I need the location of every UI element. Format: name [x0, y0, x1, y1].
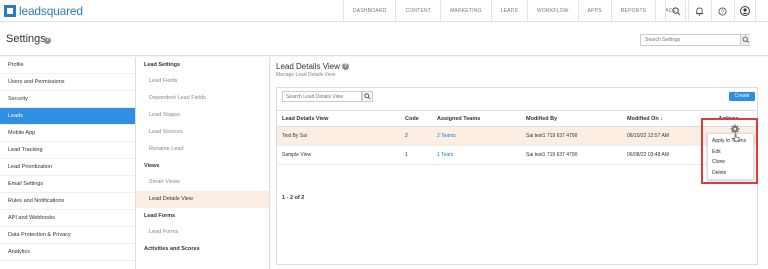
nav-marketing[interactable]: MARKETING — [440, 0, 491, 22]
subnav-header-lead-settings: Lead Settings — [144, 62, 181, 68]
cell-modified-on: 06/08/22 03:48 AM — [622, 145, 700, 165]
sidebar-item-mobile-app[interactable]: Mobile App — [0, 125, 135, 142]
lead-details-view-table: Lead Details View Code Assigned Teams Mo… — [277, 110, 757, 165]
main-content: Lead Details View ? Manage Lead Details … — [271, 57, 768, 269]
sidebar-item-lead-tracking[interactable]: Lead Tracking — [0, 142, 135, 159]
main-title: Lead Details View — [276, 62, 340, 71]
cell-name: Sample View — [277, 145, 400, 165]
sort-down-icon: ↓ — [660, 115, 664, 122]
nav-dashboard[interactable]: DASHBOARD — [343, 0, 395, 22]
top-nav: DASHBOARD CONTENT MARKETING LEADS WORKFL… — [343, 0, 687, 22]
subnav-header-activities-and-scores: Activities and Scores — [144, 246, 200, 252]
logo-mark-icon — [4, 5, 16, 17]
subnav-item-rename-lead[interactable]: Rename Lead — [136, 141, 269, 158]
cell-code: 2 — [400, 126, 432, 146]
column-header-modified-on[interactable]: Modified On ↓ — [622, 110, 700, 127]
assigned-teams-link[interactable]: 2 Teams — [437, 133, 456, 139]
table-row[interactable]: Sample View 1 1 Team Sai test1 719 637 4… — [277, 145, 757, 165]
sidebar-item-profile[interactable]: Profile — [0, 57, 135, 74]
subnav-item-lead-details-view[interactable]: Lead Details View — [136, 191, 269, 208]
nav-workflow[interactable]: WORKFLOW — [527, 0, 578, 22]
top-bar: leadsquared DASHBOARD CONTENT MARKETING … — [0, 0, 768, 22]
subnav-item-lead-stages[interactable]: Lead Stages — [136, 107, 269, 124]
modified-on-label: Modified On — [627, 115, 659, 122]
lead-details-view-panel: Create Lead Details View Code Assigned T… — [276, 87, 758, 265]
sidebar-item-rules-and-notifications[interactable]: Rules and Notifications — [0, 193, 135, 210]
assigned-teams-link[interactable]: 1 Team — [437, 152, 453, 158]
subnav-header-views: Views — [144, 163, 160, 169]
cell-teams: 2 Teams — [432, 126, 521, 146]
sidebar-item-api-and-webhooks[interactable]: API and Webhooks — [0, 210, 135, 227]
subnav-header-lead-forms: Lead Forms — [144, 213, 176, 219]
subnav-item-lead-fields[interactable]: Lead Fields — [136, 73, 269, 90]
logo-text: leadsquared — [19, 4, 83, 18]
cell-modified-by: Sai test1 719 637 4790 — [521, 126, 622, 146]
search-icon[interactable] — [362, 91, 373, 102]
help-icon[interactable]: ? — [342, 63, 349, 70]
settings-sidebar: Profile Users and Permissions Security L… — [0, 57, 136, 269]
search-icon[interactable] — [665, 0, 687, 22]
hand-cursor-icon — [733, 133, 740, 142]
create-button[interactable]: Create — [729, 92, 755, 101]
nav-apps[interactable]: APPS — [577, 0, 611, 22]
cell-teams: 1 Team — [432, 145, 521, 165]
sidebar-item-users-and-permissions[interactable]: Users and Permissions — [0, 74, 135, 91]
nav-leads[interactable]: LEADS — [490, 0, 527, 22]
help-icon[interactable]: ? — [44, 37, 51, 44]
subnav-item-lead-forms[interactable]: Lead Forms — [136, 224, 269, 241]
nav-reports[interactable]: REPORTS — [610, 0, 655, 22]
cell-code: 1 — [400, 145, 432, 165]
app-logo[interactable]: leadsquared — [4, 3, 83, 19]
sidebar-item-leads[interactable]: Leads — [0, 108, 135, 125]
column-header-modified-by[interactable]: Modified By — [521, 110, 622, 127]
leads-subnav: Lead Settings Lead Fields Dependent Lead… — [136, 57, 270, 269]
column-header-code[interactable]: Code — [400, 110, 432, 127]
sidebar-item-lead-prioritization[interactable]: Lead Prioritization — [0, 159, 135, 176]
sidebar-item-security[interactable]: Security — [0, 91, 135, 108]
subnav-item-dependent-lead-fields[interactable]: Dependent Lead Fields — [136, 90, 269, 107]
sidebar-item-data-protection[interactable]: Data Protection & Privacy — [0, 227, 135, 244]
search-settings-input[interactable] — [640, 34, 750, 46]
page-title: Settings — [6, 33, 46, 45]
subnav-item-lead-sources[interactable]: Lead Sources — [136, 124, 269, 141]
column-header-assigned-teams[interactable]: Assigned Teams — [432, 110, 521, 127]
bell-icon[interactable] — [688, 0, 710, 22]
help-icon[interactable]: ? — [711, 0, 733, 22]
nav-content[interactable]: CONTENT — [395, 0, 440, 22]
search-icon[interactable] — [740, 35, 750, 45]
cell-modified-by: Sai test1 719 637 4790 — [521, 145, 622, 165]
cell-modified-on: 06/10/22 12:57 AM — [622, 126, 700, 146]
main-subtitle: Manage Lead Details View — [276, 72, 336, 78]
subnav-item-smart-views[interactable]: Smart Views — [136, 174, 269, 191]
highlight-annotation-box — [701, 118, 758, 184]
sidebar-item-email-settings[interactable]: Email Settings — [0, 176, 135, 193]
table-row[interactable]: Test By Sai 2 2 Teams Sai test1 719 637 … — [277, 126, 757, 146]
cell-name: Test By Sai — [277, 126, 400, 146]
pagination-info: 1 - 2 of 2 — [282, 195, 305, 201]
search-lead-details-view-input[interactable] — [282, 91, 362, 102]
sidebar-item-analytics[interactable]: Analytics — [0, 244, 135, 261]
user-icon[interactable] — [734, 0, 756, 22]
svg-text:?: ? — [721, 9, 724, 15]
column-header-name[interactable]: Lead Details View — [277, 110, 400, 127]
